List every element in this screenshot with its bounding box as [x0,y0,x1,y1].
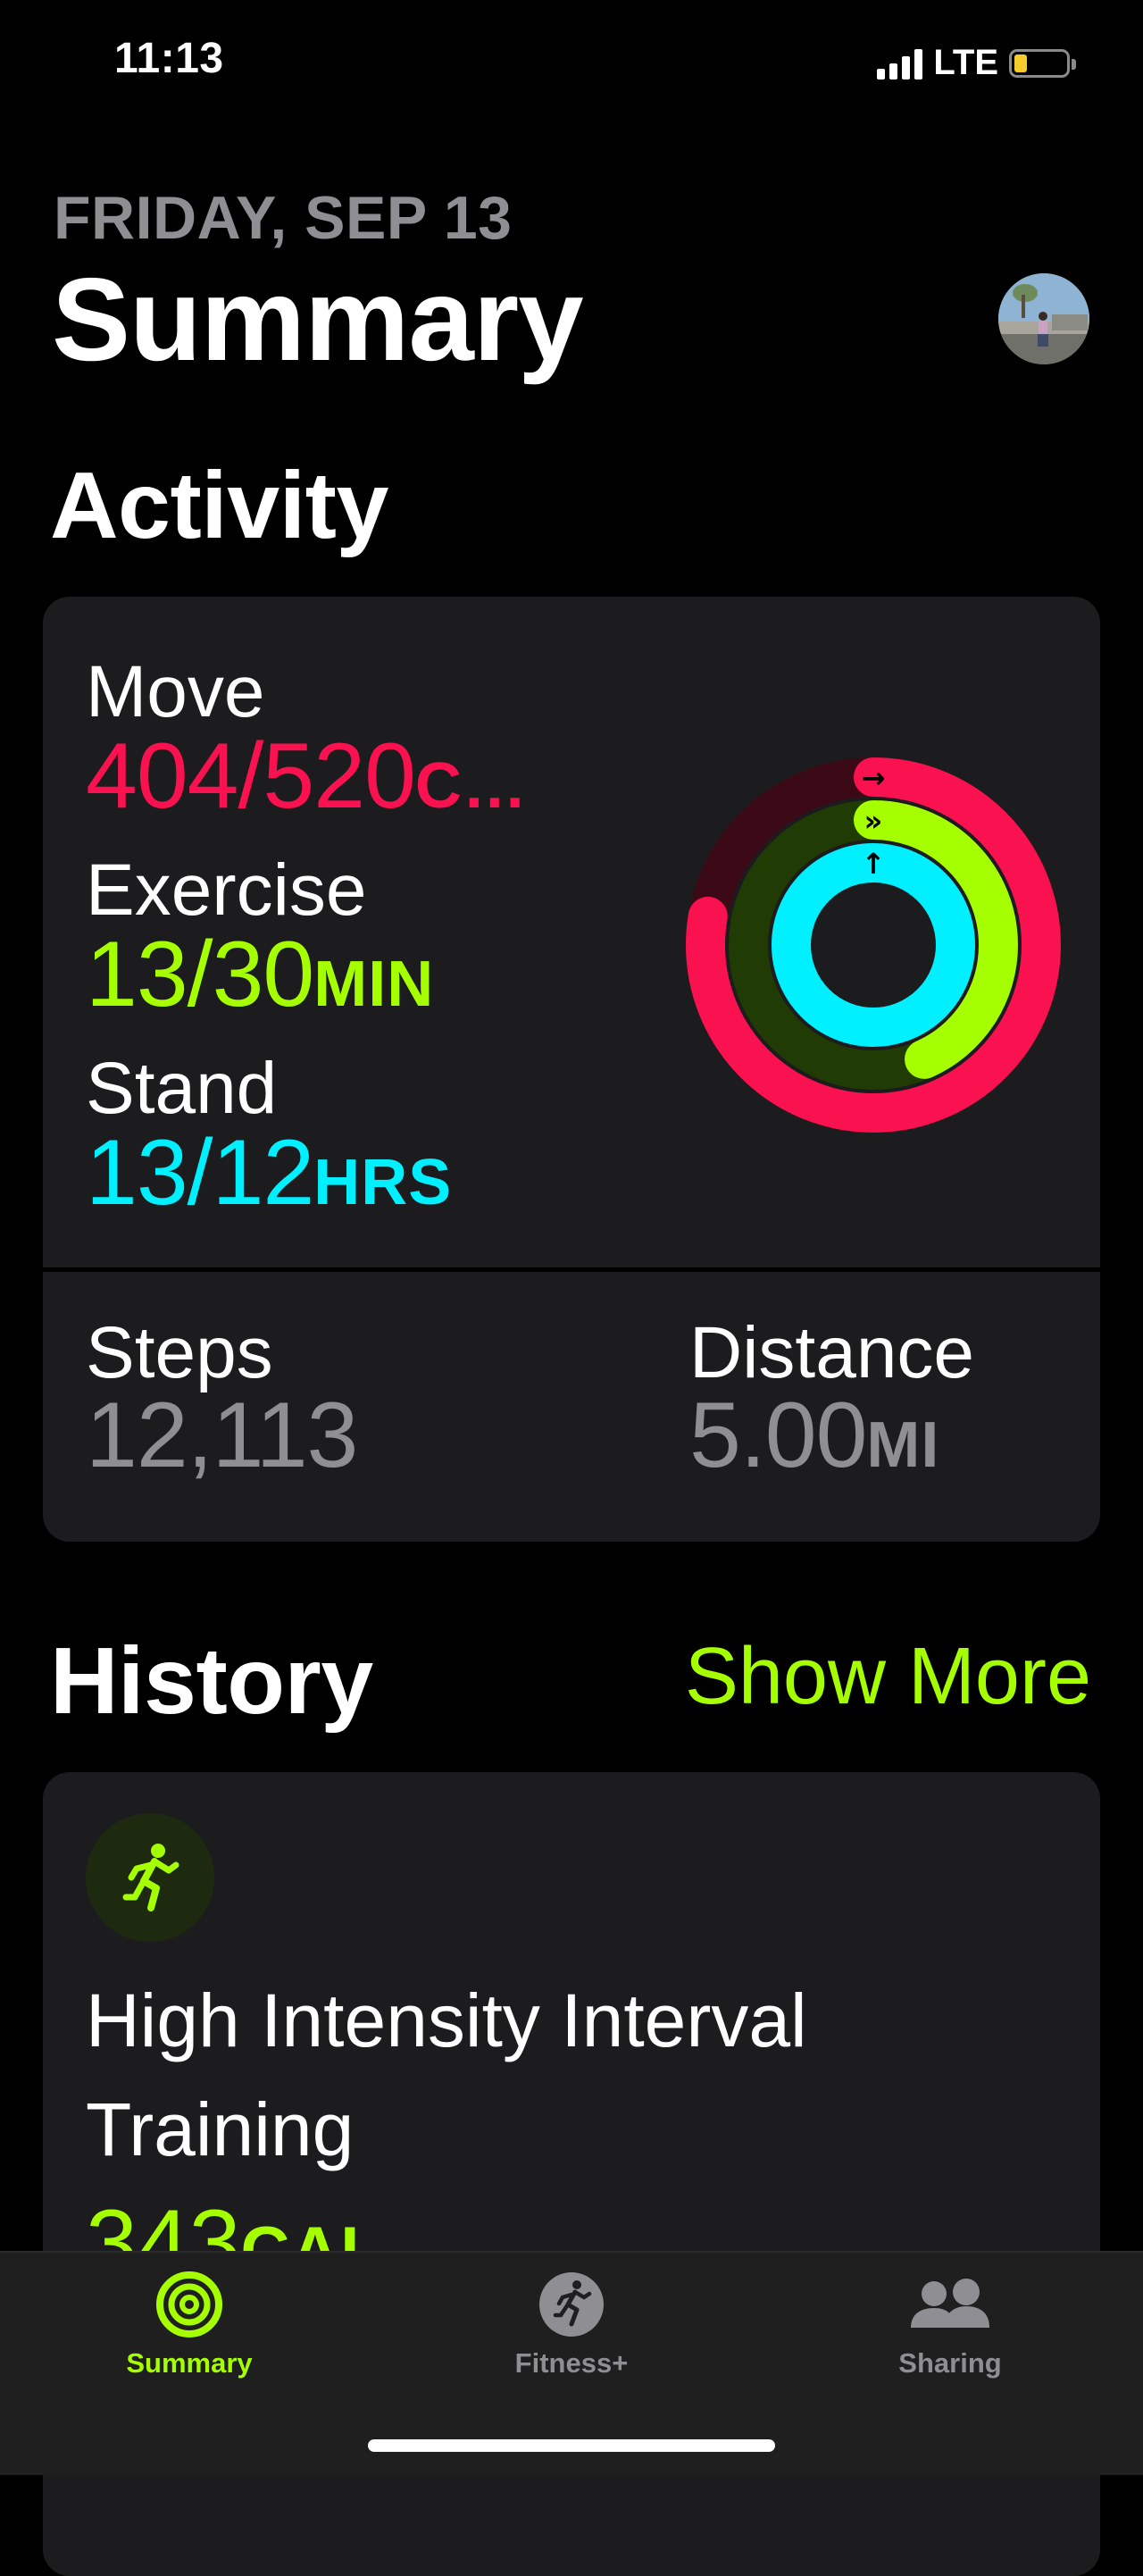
stand-ring-progress [772,843,975,1047]
exercise-unit: MIN [313,949,435,1020]
profile-photo-icon [998,273,1089,364]
tab-sharing[interactable]: Sharing [834,2271,1066,2379]
card-divider [43,1267,1100,1272]
exercise-value: 13/30MIN [86,923,435,1026]
network-type: LTE [933,43,998,82]
people-icon [911,2279,989,2328]
avatar[interactable] [998,273,1089,364]
stand-ring-arrow-icon: ↑ [862,847,886,881]
move-value: 404/520C… [86,724,528,828]
home-indicator [368,2439,775,2452]
battery-icon [1009,48,1076,78]
running-figure-icon [86,1813,214,1942]
exercise-ring-arrow-icon: » [864,804,883,838]
workout-title: High Intensity Interval Training [86,1978,807,2171]
stand-label: Stand [86,1048,278,1129]
activity-rings-icon [156,2271,222,2338]
move-unit: C… [414,750,528,822]
stand-value: 13/12HRS [86,1121,453,1225]
cellular-signal-icon [877,47,923,79]
activity-rings: → » ↑ [686,757,1061,1133]
tab-fitness-plus-label: Fitness+ [514,2347,629,2379]
move-label: Move [86,651,265,732]
move-ring-arrow-icon: → [862,761,886,795]
fitness-plus-icon [539,2272,604,2337]
history-section-title: History [50,1628,373,1734]
status-indicators: LTE [877,43,1076,83]
date-label: FRIDAY, SEP 13 [54,184,513,252]
tab-fitness-plus[interactable]: Fitness+ [455,2271,688,2379]
steps-value: 12,113 [86,1384,358,1487]
distance-unit: MI [866,1409,940,1481]
tab-summary[interactable]: Summary [73,2271,305,2379]
stand-unit: HRS [313,1147,453,1218]
page-title: Summary [52,254,584,385]
activity-section-title: Activity [50,453,388,558]
activity-card[interactable]: Move 404/520C… Exercise 13/30MIN Stand 1… [43,597,1100,1542]
tab-sharing-label: Sharing [898,2347,1002,2379]
status-time: 11:13 [114,35,224,82]
show-more-link[interactable]: Show More [685,1631,1091,1723]
distance-value: 5.00MI [689,1384,940,1487]
tab-summary-label: Summary [126,2347,253,2379]
exercise-label: Exercise [86,849,367,931]
